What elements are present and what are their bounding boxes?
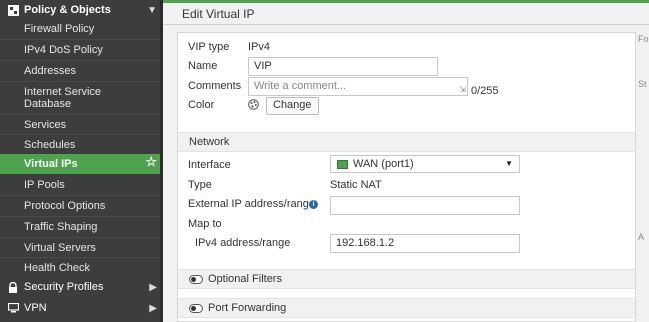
change-color-button[interactable]: Change bbox=[266, 97, 319, 115]
sidebar-item-label: IPv4 DoS Policy bbox=[24, 44, 103, 56]
type-value: Static NAT bbox=[330, 179, 382, 191]
type-label: Type bbox=[188, 179, 212, 191]
comments-textarea[interactable]: Write a comment... ⇲ bbox=[248, 77, 468, 96]
sidebar-item-services[interactable]: Services bbox=[0, 115, 160, 134]
sidebar-section-label: VPN bbox=[24, 302, 47, 314]
palette-icon bbox=[248, 99, 259, 113]
sidebar-item-addresses[interactable]: Addresses bbox=[0, 61, 160, 81]
name-field[interactable]: VIP bbox=[248, 57, 438, 76]
favorite-star-icon[interactable]: ☆ bbox=[145, 155, 157, 168]
comments-counter: 0/255 bbox=[471, 85, 499, 97]
sidebar-item-traffic-shaping[interactable]: Traffic Shaping bbox=[0, 217, 160, 237]
name-label: Name bbox=[188, 60, 218, 72]
sidebar-item-label: Internet Service Database bbox=[24, 86, 102, 110]
ipv4-range-label: IPv4 address/range bbox=[195, 237, 291, 249]
sidebar-item-ipv4-dos-policy[interactable]: IPv4 DoS Policy bbox=[0, 40, 160, 60]
port-icon bbox=[337, 160, 348, 169]
comments-placeholder: Write a comment... bbox=[254, 80, 347, 92]
chevron-down-icon[interactable]: ▼ bbox=[147, 5, 157, 16]
policy-objects-icon bbox=[7, 4, 19, 16]
caret-down-icon: ▼ bbox=[505, 159, 513, 168]
chevron-right-icon[interactable]: ▶ bbox=[149, 303, 157, 314]
ipv4-range-field[interactable]: 192.168.1.2 bbox=[330, 234, 520, 253]
interface-select[interactable]: WAN (port1) ▼ bbox=[330, 155, 520, 173]
sidebar-item-label: Traffic Shaping bbox=[24, 221, 98, 233]
sidebar-item-protocol-options[interactable]: Protocol Options bbox=[0, 196, 160, 216]
sidebar-item-label: Services bbox=[24, 118, 67, 131]
top-accent-bar bbox=[163, 0, 649, 3]
sidebar-section-label: Security Profiles bbox=[24, 281, 104, 293]
resize-handle-icon[interactable]: ⇲ bbox=[459, 85, 466, 94]
network-header-label: Network bbox=[189, 136, 230, 148]
info-icon[interactable]: i bbox=[309, 200, 318, 209]
main-content: Edit Virtual IP Fo St A VIP type IPv4 Na… bbox=[163, 0, 649, 322]
sidebar-item-label: Firewall Policy bbox=[24, 23, 95, 35]
port-forwarding-toggle[interactable] bbox=[189, 304, 203, 313]
vip-type-value: IPv4 bbox=[248, 41, 271, 53]
color-label: Color bbox=[188, 99, 215, 111]
sidebar: Policy & Objects ▼ Firewall Policy IPv4 … bbox=[0, 0, 163, 322]
vip-type-label: VIP type bbox=[188, 41, 230, 53]
port-forwarding-row[interactable]: Port Forwarding bbox=[178, 298, 635, 318]
sidebar-item-label: Virtual IPs bbox=[24, 158, 78, 170]
interface-selected-value: WAN (port1) bbox=[353, 158, 414, 170]
sidebar-item-ip-pools[interactable]: IP Pools bbox=[0, 175, 160, 195]
network-section-header: Network bbox=[178, 132, 635, 152]
sidebar-item-label: IP Pools bbox=[24, 179, 65, 191]
side-panel-fragment: Fo bbox=[638, 34, 649, 44]
edit-vip-form: VIP type IPv4 Name VIP Comments Write a … bbox=[177, 32, 636, 322]
map-to-label: Map to bbox=[188, 218, 222, 230]
optional-filters-toggle[interactable] bbox=[189, 275, 203, 284]
comments-label: Comments bbox=[188, 80, 242, 92]
interface-label: Interface bbox=[188, 159, 231, 171]
port-forwarding-label: Port Forwarding bbox=[208, 302, 287, 314]
sidebar-section-label: Policy & Objects bbox=[24, 4, 111, 16]
optional-filters-label: Optional Filters bbox=[208, 273, 282, 285]
sidebar-item-schedules[interactable]: Schedules bbox=[0, 135, 160, 154]
side-panel-fragment: A bbox=[638, 232, 645, 242]
sidebar-item-virtual-servers[interactable]: Virtual Servers bbox=[0, 238, 160, 257]
chevron-right-icon[interactable]: ▶ bbox=[149, 282, 157, 293]
page-title: Edit Virtual IP bbox=[182, 7, 255, 21]
sidebar-item-label: Virtual Servers bbox=[24, 241, 96, 254]
sidebar-section-vpn[interactable]: VPN ▶ bbox=[0, 298, 163, 318]
sidebar-item-label: Health Check bbox=[24, 261, 91, 274]
sidebar-section-security-profiles[interactable]: Security Profiles ▶ bbox=[0, 277, 163, 297]
sidebar-item-label: Addresses bbox=[24, 65, 76, 77]
optional-filters-row[interactable]: Optional Filters bbox=[178, 269, 635, 289]
sidebar-item-virtual-ips[interactable]: Virtual IPs ☆ bbox=[0, 154, 160, 174]
sidebar-item-health-check[interactable]: Health Check bbox=[0, 258, 160, 277]
divider bbox=[163, 24, 649, 25]
sidebar-section-policy-objects[interactable]: Policy & Objects ▼ bbox=[0, 0, 163, 20]
external-ip-label: External IP address/range bbox=[188, 198, 315, 210]
lock-icon bbox=[7, 281, 19, 293]
sidebar-item-firewall-policy[interactable]: Firewall Policy bbox=[0, 19, 160, 39]
external-ip-field[interactable] bbox=[330, 196, 520, 215]
sidebar-item-label: Schedules bbox=[24, 138, 76, 151]
side-panel-fragment: St bbox=[638, 79, 647, 89]
sidebar-item-internet-service-database[interactable]: Internet Service Database bbox=[0, 82, 160, 114]
monitor-icon bbox=[7, 302, 19, 314]
sidebar-item-label: Protocol Options bbox=[24, 200, 106, 212]
